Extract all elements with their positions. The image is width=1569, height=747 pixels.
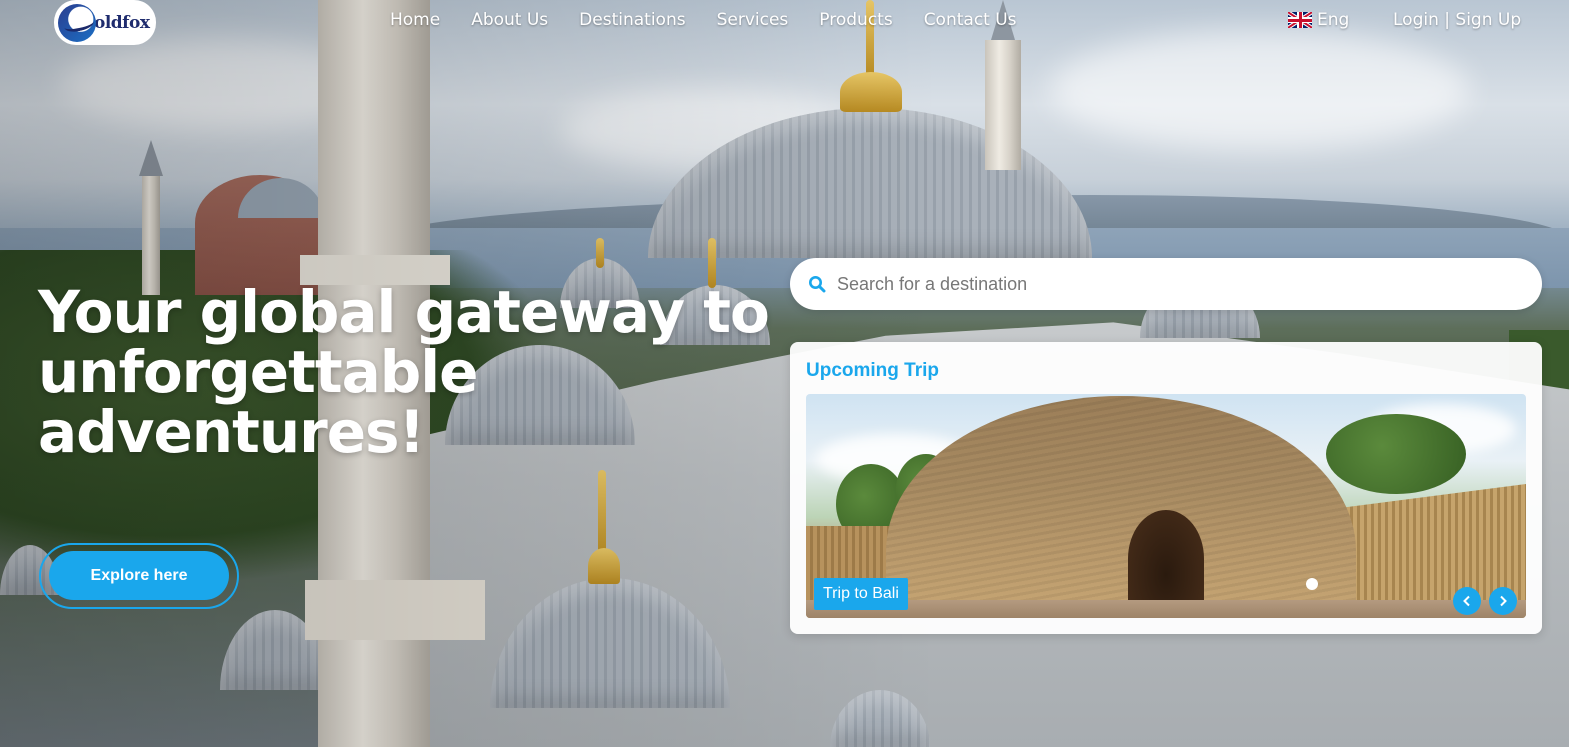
chevron-left-icon <box>1463 595 1470 607</box>
trip-slide-image[interactable]: Trip to Bali <box>806 394 1526 618</box>
nav-link-about-us[interactable]: About Us <box>471 10 548 30</box>
upcoming-trip-title: Upcoming Trip <box>806 360 939 381</box>
hero-title-line-1: Your global gateway to <box>38 278 770 346</box>
slide-indicator-dot[interactable] <box>1306 578 1318 590</box>
signup-link[interactable]: Sign Up <box>1455 10 1521 30</box>
main-nav: Home About Us Destinations Services Prod… <box>390 10 1048 30</box>
hero-title-line-3: adventures! <box>38 398 425 466</box>
chevron-right-icon <box>1500 595 1507 607</box>
auth-links: Login | Sign Up <box>1393 10 1521 30</box>
language-label: Eng <box>1317 10 1350 30</box>
slide-caption[interactable]: Trip to Bali <box>814 578 908 610</box>
hero-title: Your global gateway to unforgettable adv… <box>38 282 778 462</box>
slide-prev-button[interactable] <box>1453 587 1481 615</box>
auth-separator: | <box>1438 10 1456 30</box>
destination-search-bar <box>790 258 1542 310</box>
hero-title-line-2: unforgettable <box>38 338 478 406</box>
brand-logo[interactable]: oldfox <box>54 0 156 45</box>
nav-link-services[interactable]: Services <box>717 10 789 30</box>
nav-link-contact-us[interactable]: Contact Us <box>924 10 1017 30</box>
upcoming-trip-card: Upcoming Trip Trip to Bali <box>790 342 1542 634</box>
nav-link-products[interactable]: Products <box>819 10 892 30</box>
slide-next-button[interactable] <box>1489 587 1517 615</box>
search-icon[interactable] <box>808 275 826 293</box>
nav-link-home[interactable]: Home <box>390 10 440 30</box>
search-input[interactable] <box>837 266 1527 302</box>
language-selector[interactable]: Eng <box>1288 10 1349 30</box>
top-navbar: oldfox Home About Us Destinations Servic… <box>0 0 1569 46</box>
login-link[interactable]: Login <box>1393 10 1439 30</box>
uk-flag-icon <box>1288 12 1312 28</box>
nav-link-destinations[interactable]: Destinations <box>579 10 685 30</box>
explore-button[interactable]: Explore here <box>49 551 229 600</box>
logo-mark-icon <box>58 3 96 42</box>
brand-name: oldfox <box>94 12 150 33</box>
